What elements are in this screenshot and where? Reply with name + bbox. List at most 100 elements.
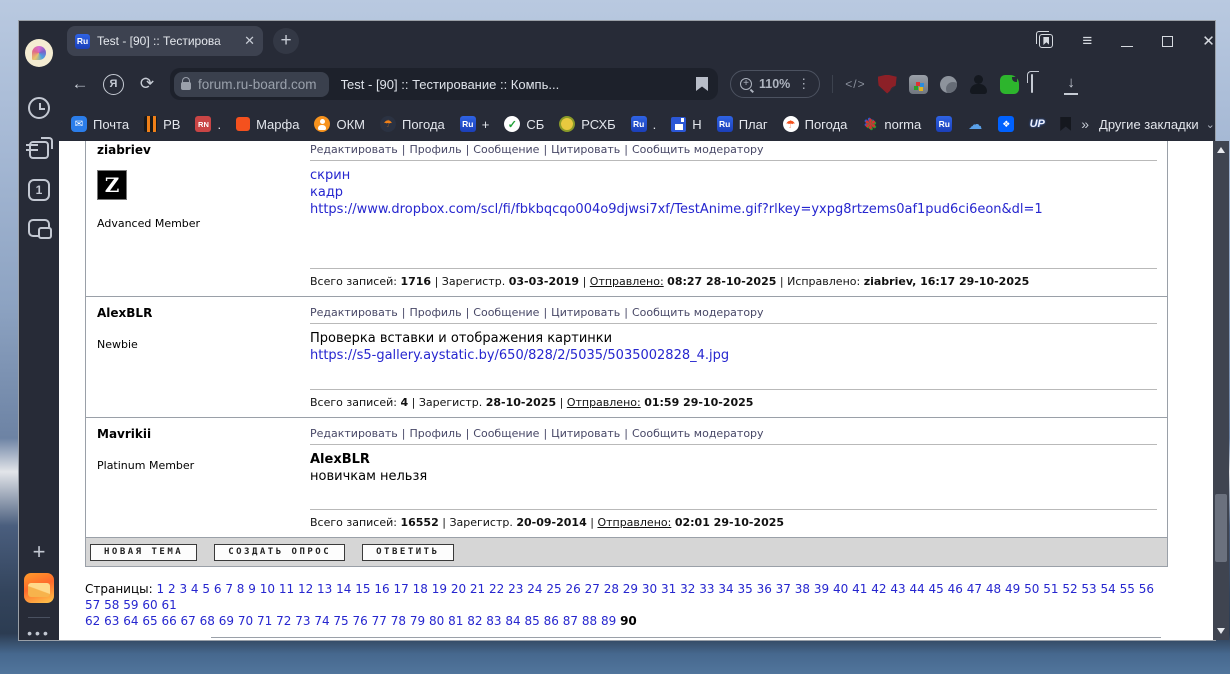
sent-link[interactable]: Отправлено: (597, 516, 671, 529)
page-link[interactable]: 57 (85, 598, 100, 612)
zoom-menu-icon[interactable]: ⋮ (797, 76, 810, 92)
page-link[interactable]: 28 (604, 582, 619, 596)
person-extension-icon[interactable] (969, 74, 988, 94)
forum-button-создать-опрос[interactable]: СОЗДАТЬ ОПРОС (214, 543, 346, 561)
page-link[interactable]: 43 (890, 582, 905, 596)
page-link[interactable]: 55 (1120, 582, 1135, 596)
page-link[interactable]: 60 (142, 598, 157, 612)
post-action-link[interactable]: Профиль (410, 143, 462, 156)
page-link[interactable]: 62 (85, 614, 100, 628)
page-link[interactable]: 4 (191, 582, 199, 596)
page-link[interactable]: 45 (929, 582, 944, 596)
sidebar-more-icon[interactable]: ••• (27, 625, 51, 641)
page-link[interactable]: 11 (279, 582, 294, 596)
page-link[interactable]: 30 (642, 582, 657, 596)
page-link[interactable]: 41 (852, 582, 867, 596)
page-link[interactable]: 2 (168, 582, 176, 596)
page-link[interactable]: 13 (317, 582, 332, 596)
menu-icon[interactable]: ≡ (1082, 31, 1092, 51)
post-action-link[interactable]: Цитировать (551, 306, 620, 319)
page-link[interactable]: 51 (1043, 582, 1058, 596)
bookmark-item-Н[interactable]: Н (671, 116, 702, 132)
page-link[interactable]: 26 (565, 582, 580, 596)
dev-code-icon[interactable]: </> (845, 77, 865, 91)
page-link[interactable]: 65 (142, 614, 157, 628)
bookmark-item-Марфа[interactable]: Марфа (236, 117, 299, 132)
post-action-link[interactable]: Сообщить модератору (632, 143, 764, 156)
bookmark-item-.[interactable]: . (195, 116, 221, 132)
page-link[interactable]: 78 (391, 614, 406, 628)
back-icon[interactable]: ← (69, 74, 91, 94)
page-link[interactable]: 87 (563, 614, 578, 628)
evernote-icon[interactable] (999, 74, 1019, 94)
page-link[interactable]: 1 (157, 582, 165, 596)
scroll-up-icon[interactable] (1216, 147, 1225, 153)
screenshot-icon[interactable] (28, 219, 52, 239)
page-link[interactable]: 42 (871, 582, 886, 596)
page-link[interactable]: 80 (429, 614, 444, 628)
bookmark-item-СБ[interactable]: СБ (504, 116, 544, 132)
page-link[interactable]: 33 (699, 582, 714, 596)
page-link[interactable]: 73 (295, 614, 310, 628)
bookmark-item-.[interactable]: . (630, 116, 656, 132)
tab-close-icon[interactable]: ✕ (244, 33, 255, 49)
page-link[interactable]: 21 (470, 582, 485, 596)
page-link[interactable]: 36 (757, 582, 772, 596)
reload-icon[interactable]: ⟳ (136, 74, 158, 94)
post-author[interactable]: Mavrikii (97, 427, 292, 441)
yandex-icon[interactable]: Я (103, 73, 124, 95)
page-link[interactable]: 56 (1139, 582, 1154, 596)
page-link[interactable]: 88 (582, 614, 597, 628)
page-link[interactable]: 32 (680, 582, 695, 596)
page-link[interactable]: 70 (238, 614, 253, 628)
bookmark-item-bookmark-black[interactable] (1060, 117, 1072, 131)
page-link[interactable]: 50 (1024, 582, 1039, 596)
page-link[interactable]: 75 (333, 614, 348, 628)
page-link[interactable]: 49 (1005, 582, 1020, 596)
zoom-control[interactable]: 110% ⋮ (730, 70, 821, 98)
page-link[interactable]: 69 (219, 614, 234, 628)
forum-button-новая-тема[interactable]: НОВАЯ ТЕМА (90, 543, 198, 561)
page-link[interactable]: 27 (585, 582, 600, 596)
page-link[interactable]: 18 (413, 582, 428, 596)
page-link[interactable]: 20 (451, 582, 466, 596)
page-link[interactable]: 14 (336, 582, 351, 596)
other-bookmarks-button[interactable]: Другие закладки ⌄ (1099, 117, 1215, 132)
bookmark-item-norma[interactable]: norma (862, 116, 921, 132)
page-link[interactable]: 34 (718, 582, 733, 596)
page-link[interactable]: 16 (374, 582, 389, 596)
post-action-link[interactable]: Сообщить модератору (632, 306, 764, 319)
page-link[interactable]: 66 (161, 614, 176, 628)
extension-gray-icon[interactable] (939, 75, 957, 93)
page-link[interactable]: 53 (1081, 582, 1096, 596)
zoom-in-icon[interactable] (740, 78, 752, 90)
page-link[interactable]: 61 (161, 598, 176, 612)
ublock-icon[interactable]: 4 (877, 74, 897, 94)
page-link[interactable]: 44 (909, 582, 924, 596)
page-link[interactable]: 17 (393, 582, 408, 596)
post-action-link[interactable]: Сообщение (473, 143, 539, 156)
page-link[interactable]: 59 (123, 598, 138, 612)
page-link[interactable]: 82 (467, 614, 482, 628)
page-link[interactable]: 47 (967, 582, 982, 596)
page-link[interactable]: 63 (104, 614, 119, 628)
page-link[interactable]: 83 (486, 614, 501, 628)
page-link[interactable]: 9 (248, 582, 256, 596)
page-link[interactable]: 68 (200, 614, 215, 628)
domain-chip[interactable]: forum.ru-board.com (174, 71, 329, 97)
page-link[interactable]: 38 (795, 582, 810, 596)
page-link[interactable]: 7 (225, 582, 233, 596)
bookmark-item-ru-blue[interactable] (936, 116, 953, 132)
page-link[interactable]: 85 (525, 614, 540, 628)
bookmark-flag-icon[interactable] (696, 77, 708, 91)
maximize-icon[interactable] (1162, 35, 1174, 47)
post-action-link[interactable]: Цитировать (551, 427, 620, 440)
page-link[interactable]: 37 (776, 582, 791, 596)
sent-link[interactable]: Отправлено: (590, 275, 664, 288)
page-link[interactable]: 24 (527, 582, 542, 596)
scroll-down-icon[interactable] (1216, 628, 1225, 634)
history-icon[interactable] (28, 97, 50, 119)
post-author[interactable]: AlexBLR (97, 306, 292, 320)
post-action-link[interactable]: Сообщение (473, 427, 539, 440)
page-link[interactable]: 48 (986, 582, 1001, 596)
